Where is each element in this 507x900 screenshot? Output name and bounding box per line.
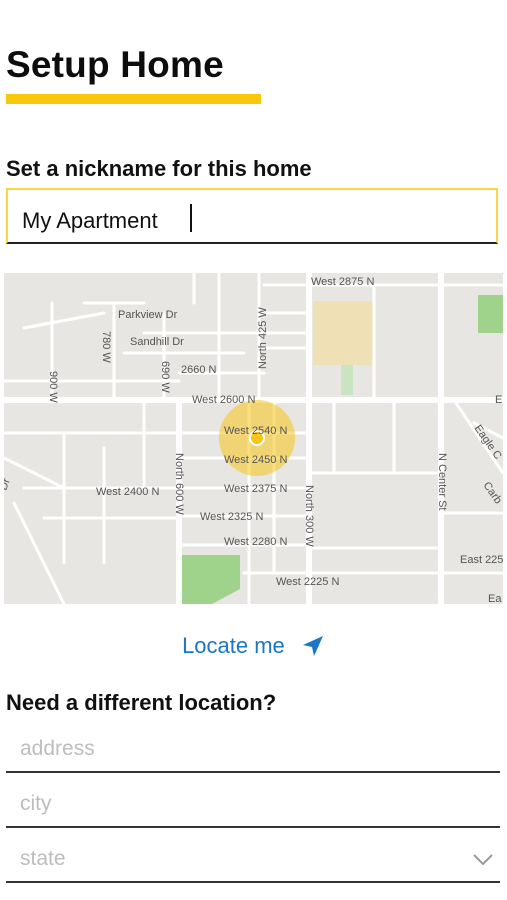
map-label: 2660 N [181, 364, 217, 376]
map-label: West 2225 N [276, 576, 339, 588]
map-canvas[interactable]: West 2875 N Parkview Dr Sandhill Dr 2660… [4, 273, 503, 604]
map-label: West 2875 N [311, 276, 374, 288]
map-label: North 425 W [257, 307, 269, 369]
navigation-arrow-icon[interactable] [301, 634, 325, 658]
locate-me-button[interactable]: Locate me [0, 632, 507, 659]
map-label: Sandhill Dr [130, 336, 184, 348]
state-select[interactable] [6, 843, 500, 883]
locate-me-label[interactable]: Locate me [182, 633, 285, 658]
map-label: 900 W [47, 371, 59, 403]
nickname-field[interactable]: My Apartment [6, 188, 498, 244]
map-label: 780 W [100, 331, 112, 363]
city-field[interactable] [6, 788, 500, 828]
map-label: N Center St [436, 453, 448, 510]
address-field[interactable] [6, 733, 500, 773]
map-label: West 2600 N [192, 394, 255, 406]
map-label: North 300 W [303, 485, 315, 547]
map-label: E [495, 394, 502, 406]
map-label: West 2400 N [96, 486, 159, 498]
city-input[interactable] [20, 792, 460, 816]
map-label: 690 W [159, 361, 171, 393]
location-map[interactable]: West 2875 N Parkview Dr Sandhill Dr 2660… [4, 273, 503, 604]
nickname-label: Set a nickname for this home [6, 156, 312, 181]
text-caret [190, 204, 192, 232]
map-label: West 2280 N [224, 536, 287, 548]
park-area-right [478, 295, 503, 333]
title-underline [6, 94, 261, 104]
map-label: West 2325 N [200, 511, 263, 523]
map-label: Parkview Dr [118, 309, 178, 321]
address-input[interactable] [20, 737, 460, 761]
state-input[interactable] [20, 847, 460, 871]
map-label: West 2375 N [224, 483, 287, 495]
map-label: East 225 [460, 554, 503, 566]
different-location-label: Need a different location? [6, 690, 277, 715]
map-label: West 2450 N [224, 454, 287, 466]
map-label: North 600 W [173, 453, 185, 515]
page-title: Setup Home [6, 44, 224, 85]
map-label: West 2540 N [224, 425, 287, 437]
chevron-down-icon[interactable] [472, 853, 494, 867]
map-label: Ea [488, 593, 502, 604]
nickname-value[interactable]: My Apartment [22, 208, 158, 234]
campus-area [313, 301, 375, 365]
